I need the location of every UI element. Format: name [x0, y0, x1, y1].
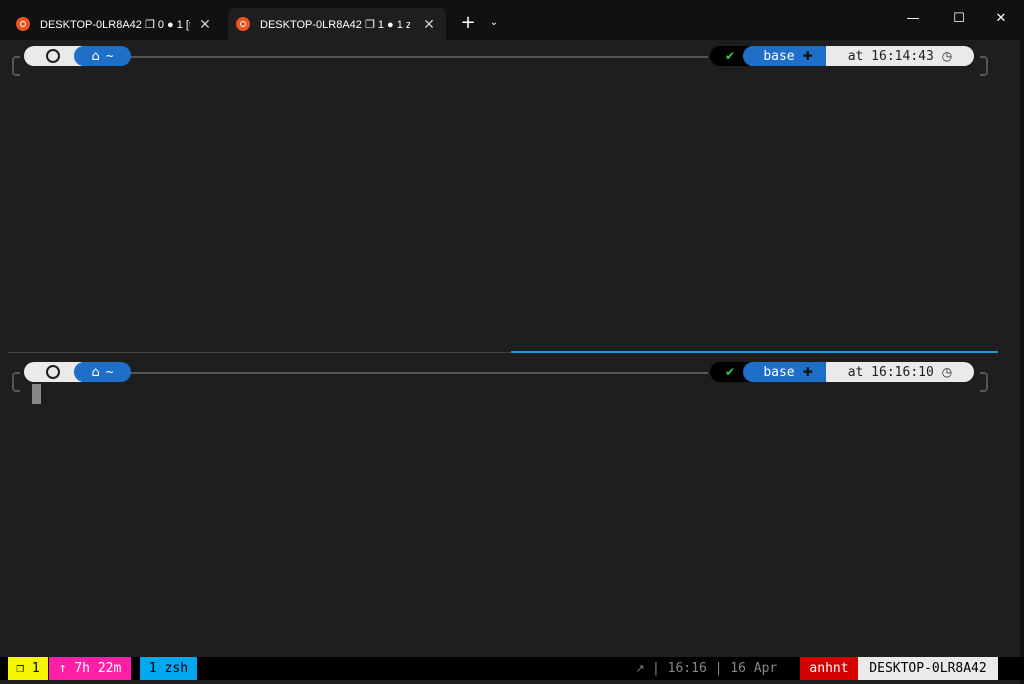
status-clock: | 16:16 | 16 Apr	[652, 661, 778, 676]
clock-icon: ◷	[941, 49, 953, 63]
tab-title: DESKTOP-0LR8A42 ❐ 1 ● 1 zsh	[260, 18, 410, 31]
title-bar: DESKTOP-0LR8A42 ❐ 0 ● 1 [tmux] ✕ DESKTOP…	[0, 0, 1024, 40]
time-segment: at 16:14:43 ◷	[826, 46, 974, 66]
prompt-frame-left	[12, 372, 20, 392]
chevron-down-icon[interactable]: ⌄	[484, 10, 504, 36]
host-badge: DESKTOP-0LR8A42	[858, 657, 998, 680]
time-segment: at 16:16:10 ◷	[826, 362, 974, 382]
terminal-pane-top[interactable]: ⌂ ~ ✔ base ✚ at 16:14:43 ◷	[8, 44, 998, 350]
time-label: at 16:16:10	[847, 364, 934, 380]
pane-divider[interactable]	[8, 352, 511, 353]
env-segment: base ✚	[743, 46, 833, 66]
active-pane-border	[511, 351, 998, 353]
session-badge: ❐ 1	[8, 657, 48, 680]
minimize-button[interactable]: —	[890, 4, 936, 34]
ubuntu-icon	[16, 17, 30, 31]
env-name: base	[763, 48, 795, 64]
prompt-line	[128, 372, 708, 374]
prompt-frame-right	[980, 372, 988, 392]
prompt-line	[128, 56, 708, 58]
current-dir: ~	[105, 48, 114, 64]
close-tab-icon[interactable]: ✕	[196, 16, 214, 33]
ubuntu-icon	[46, 49, 60, 63]
terminal-pane-bottom[interactable]: ⌂ ~ ✔ base ✚ at 16:16:10 ◷	[8, 360, 998, 654]
text-cursor[interactable]	[32, 384, 41, 404]
tab-zsh[interactable]: DESKTOP-0LR8A42 ❐ 1 ● 1 zsh ✕	[228, 8, 446, 40]
dir-segment: ⌂ ~	[74, 362, 131, 382]
home-icon: ⌂	[91, 48, 100, 64]
env-name: base	[763, 364, 795, 380]
prompt-frame-right	[980, 56, 988, 76]
check-icon: ✔	[724, 365, 736, 379]
tmux-status-bar: ❐ 1 ↑ 7h 22m 1 zsh ↗ | 16:16 | 16 Apr an…	[0, 657, 1024, 680]
ubuntu-icon	[236, 17, 250, 31]
prompt-frame-left	[12, 56, 20, 76]
close-tab-icon[interactable]: ✕	[420, 16, 438, 33]
tab-title: DESKTOP-0LR8A42 ❐ 0 ● 1 [tmux]	[40, 18, 190, 31]
arrow-icon: ↗	[635, 662, 645, 675]
time-label: at 16:14:43	[847, 48, 934, 64]
new-tab-button[interactable]: +	[456, 10, 480, 36]
dir-segment: ⌂ ~	[74, 46, 131, 66]
maximize-button[interactable]: ☐	[936, 4, 982, 34]
window-edge	[1020, 40, 1024, 684]
env-segment: base ✚	[743, 362, 833, 382]
python-icon: ✚	[802, 365, 813, 379]
user-badge: anhnt	[800, 657, 858, 680]
ubuntu-icon	[46, 365, 60, 379]
python-icon: ✚	[802, 49, 813, 63]
check-icon: ✔	[724, 49, 736, 63]
window-tab-zsh[interactable]: 1 zsh	[140, 657, 197, 680]
home-icon: ⌂	[91, 364, 100, 380]
close-window-button[interactable]: ✕	[978, 4, 1024, 34]
uptime-badge: ↑ 7h 22m	[49, 657, 131, 680]
current-dir: ~	[105, 364, 114, 380]
clock-icon: ◷	[941, 365, 953, 379]
tab-tmux[interactable]: DESKTOP-0LR8A42 ❐ 0 ● 1 [tmux] ✕	[8, 8, 222, 40]
